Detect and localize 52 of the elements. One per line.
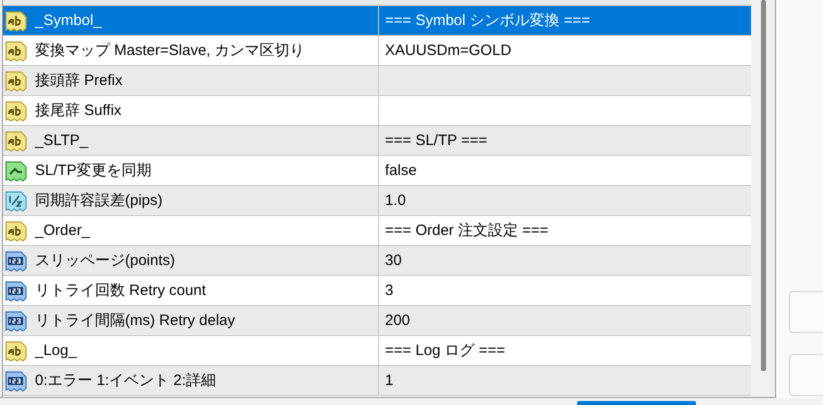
document-icon bbox=[5, 70, 27, 92]
parameter-row[interactable]: 0:エラー 1:イベント 2:詳細 1 bbox=[3, 366, 752, 396]
parameter-name: _SLTP_ bbox=[35, 132, 88, 149]
parameter-row[interactable]: 同期許容誤差(pips) 1.0 bbox=[3, 186, 752, 216]
parameter-name: 0:エラー 1:イベント 2:詳細 bbox=[35, 371, 216, 390]
scrollbar-thumb[interactable] bbox=[761, 0, 766, 371]
parameter-name: スリッページ(points) bbox=[35, 251, 176, 270]
document-icon bbox=[5, 370, 27, 392]
document-icon bbox=[5, 340, 27, 362]
parameter-value: === Symbol シンボル変換 === bbox=[385, 11, 590, 30]
parameter-name: リトライ回数 Retry count bbox=[35, 281, 206, 300]
parameter-row[interactable]: リトライ回数 Retry count 3 bbox=[3, 276, 752, 306]
parameter-row[interactable]: 変換マップ Master=Slave, カンマ区切り XAUUSDm=GOLD bbox=[3, 36, 752, 66]
parameter-name: _Symbol_ bbox=[35, 12, 102, 29]
parameter-row[interactable]: 接尾辞 Suffix bbox=[3, 96, 752, 126]
parameter-row[interactable]: _Symbol_ === Symbol シンボル変換 === bbox=[3, 6, 752, 36]
parameter-name: リトライ間隔(ms) Retry delay bbox=[35, 311, 236, 330]
parameter-value: === Log ログ === bbox=[385, 341, 506, 360]
parameter-name: 接尾辞 Suffix bbox=[35, 101, 122, 120]
toggle-icon bbox=[5, 160, 27, 182]
parameter-value: false bbox=[385, 162, 417, 179]
parameter-value: === SL/TP === bbox=[385, 132, 488, 149]
parameter-row[interactable]: SL/TP変更を同期 false bbox=[3, 156, 752, 186]
parameter-row[interactable]: _SLTP_ === SL/TP === bbox=[3, 126, 752, 156]
document-icon bbox=[5, 250, 27, 272]
parameter-name: _Log_ bbox=[35, 342, 77, 359]
document-icon bbox=[5, 190, 27, 212]
parameter-value: === Order 注文設定 === bbox=[385, 221, 548, 240]
parameter-name: _Order_ bbox=[35, 222, 90, 239]
parameter-name: 同期許容誤差(pips) bbox=[35, 191, 163, 210]
parameter-name: 接頭辞 Prefix bbox=[35, 71, 123, 90]
parameter-value: 200 bbox=[385, 312, 410, 329]
document-icon bbox=[5, 10, 27, 32]
parameter-name: 変換マップ Master=Slave, カンマ区切り bbox=[35, 41, 305, 60]
parameter-row[interactable]: スリッページ(points) 30 bbox=[3, 246, 752, 276]
document-icon bbox=[5, 310, 27, 332]
parameter-value: 3 bbox=[385, 282, 394, 299]
document-icon bbox=[5, 100, 27, 122]
parameter-name: SL/TP変更を同期 bbox=[35, 161, 152, 180]
parameter-value: 30 bbox=[385, 252, 402, 269]
document-icon bbox=[5, 220, 27, 242]
parameter-value: XAUUSDm=GOLD bbox=[385, 42, 512, 59]
parameter-row[interactable]: _Log_ === Log ログ === bbox=[3, 336, 752, 366]
document-icon bbox=[5, 280, 27, 302]
parameter-row[interactable]: 接頭辞 Prefix bbox=[3, 66, 752, 96]
button[interactable] bbox=[577, 401, 696, 405]
document-icon bbox=[5, 40, 27, 62]
parameter-value: 1.0 bbox=[385, 192, 406, 209]
parameter-value: 1 bbox=[385, 372, 394, 389]
document-icon bbox=[5, 130, 27, 152]
parameter-row[interactable]: _Order_ === Order 注文設定 === bbox=[3, 216, 752, 246]
parameter-row[interactable]: リトライ間隔(ms) Retry delay 200 bbox=[3, 306, 752, 336]
